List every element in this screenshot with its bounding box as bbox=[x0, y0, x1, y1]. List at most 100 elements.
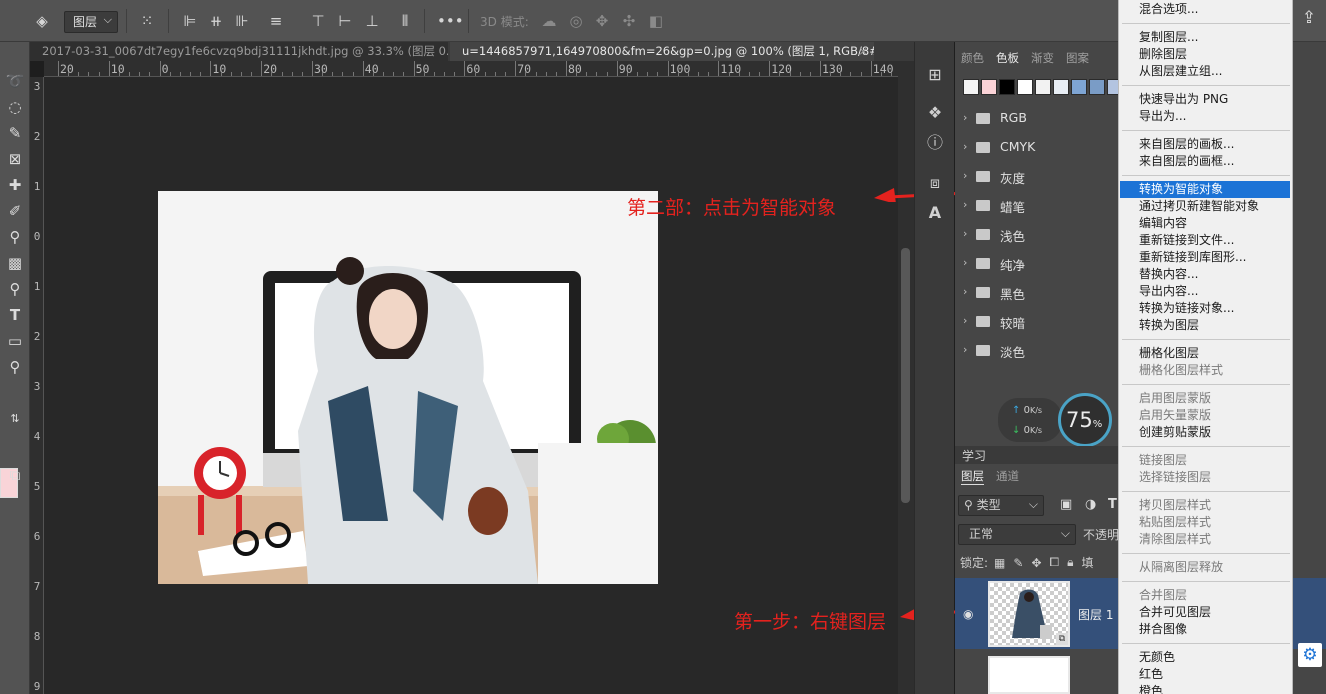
learn-tab[interactable]: 学习 bbox=[962, 447, 986, 464]
menu-item[interactable]: 无颜色 bbox=[1120, 649, 1290, 666]
color-swatch[interactable] bbox=[1089, 79, 1105, 95]
menu-item[interactable]: 红色 bbox=[1120, 666, 1290, 683]
tab-gradients[interactable]: 渐变 bbox=[1031, 50, 1054, 66]
more-options-icon[interactable]: ••• bbox=[437, 11, 464, 31]
layer-name[interactable]: 图层 1 bbox=[1078, 606, 1113, 623]
screen-mode-icon[interactable]: ⧉ bbox=[4, 464, 26, 486]
clone-stamp-icon[interactable]: ⚲ bbox=[4, 226, 26, 248]
menu-item[interactable]: 重新链接到文件... bbox=[1120, 232, 1290, 249]
3d-pan-icon[interactable]: ✥ bbox=[592, 11, 612, 31]
rectangle-icon[interactable]: ▭ bbox=[4, 330, 26, 352]
menu-item[interactable]: 合并可见图层 bbox=[1120, 604, 1290, 621]
swatch-group-row[interactable]: › 蜡笔 bbox=[955, 192, 1120, 221]
3d-orbit-icon[interactable]: ☁ bbox=[539, 11, 559, 31]
align-bottom-icon[interactable]: ⊥ bbox=[362, 11, 382, 31]
lock-artboard-icon[interactable]: ⧠ bbox=[1050, 555, 1060, 570]
zoom-icon[interactable]: ⚲ bbox=[4, 356, 26, 378]
chevron-right-icon[interactable]: › bbox=[963, 198, 967, 211]
layer-thumbnail-background[interactable] bbox=[988, 656, 1070, 694]
tab-layers[interactable]: 图层 bbox=[961, 468, 984, 485]
swatch-group-row[interactable]: › 灰度 bbox=[955, 163, 1120, 192]
menu-item[interactable]: 转换为图层 bbox=[1120, 317, 1290, 334]
chevron-right-icon[interactable]: › bbox=[963, 111, 967, 124]
3d-camera-icon[interactable]: ◧ bbox=[646, 11, 666, 31]
menu-item[interactable]: 创建剪贴蒙版 bbox=[1120, 424, 1290, 441]
menu-item[interactable]: 橙色 bbox=[1120, 683, 1290, 694]
type-icon[interactable]: T bbox=[4, 304, 26, 326]
healing-brush-icon[interactable]: ✚ bbox=[4, 174, 26, 196]
lock-all-icon[interactable]: 🔒︎ bbox=[1067, 555, 1073, 570]
info-icon[interactable]: ⓘ bbox=[923, 132, 947, 154]
layer-stack-icon[interactable]: ◈ bbox=[32, 11, 52, 31]
chevron-right-icon[interactable]: › bbox=[963, 256, 967, 269]
align-top-icon[interactable]: ⊤ bbox=[308, 11, 328, 31]
share-icon[interactable]: ⇪ bbox=[1298, 8, 1320, 32]
color-swatch[interactable] bbox=[1017, 79, 1033, 95]
history-icon[interactable]: ⊞ bbox=[923, 64, 947, 86]
tab-channels[interactable]: 通道 bbox=[996, 468, 1019, 484]
pixel-filter-icon[interactable]: ▣ bbox=[1060, 497, 1072, 512]
chevron-right-icon[interactable]: › bbox=[963, 227, 967, 240]
brush-icon[interactable]: ✐ bbox=[4, 200, 26, 222]
menu-item[interactable]: 替换内容... bbox=[1120, 266, 1290, 283]
blend-mode-select[interactable]: 正常 ⌵ bbox=[958, 524, 1076, 545]
tab-document-2[interactable]: u=1446857971,164970800&fm=26&gp=0.jpg @ … bbox=[450, 42, 874, 61]
distribute-v-icon[interactable]: ⦀ bbox=[395, 11, 415, 31]
chevron-right-icon[interactable]: › bbox=[963, 343, 967, 356]
transform-controls-icon[interactable]: ⁙ bbox=[137, 11, 157, 31]
menu-item[interactable]: 来自图层的画框... bbox=[1120, 153, 1290, 170]
lock-position-icon[interactable]: ✥ bbox=[1031, 556, 1041, 570]
align-right-icon[interactable]: ⊪ bbox=[232, 11, 252, 31]
adjustment-filter-icon[interactable]: ◑ bbox=[1085, 497, 1096, 512]
menu-item[interactable]: 导出内容... bbox=[1120, 283, 1290, 300]
layer-kind-filter[interactable]: ⚲ 类型 ⌵ bbox=[958, 495, 1044, 516]
tab-document-1[interactable]: 2017-03-31_0067dt7egy1fe6cvzq9bdj31111jk… bbox=[30, 42, 448, 61]
tab-swatches[interactable]: 色板 bbox=[996, 50, 1019, 66]
tab-patterns[interactable]: 图案 bbox=[1066, 50, 1089, 66]
color-swatch[interactable] bbox=[1035, 79, 1051, 95]
menu-item[interactable]: 来自图层的画板... bbox=[1120, 136, 1290, 153]
chevron-right-icon[interactable]: › bbox=[963, 169, 967, 182]
swatch-group-row[interactable]: › 黑色 bbox=[955, 279, 1120, 308]
menu-item[interactable]: 栅格化图层 bbox=[1120, 345, 1290, 362]
menu-item[interactable]: 通过拷贝新建智能对象 bbox=[1120, 198, 1290, 215]
3d-roll-icon[interactable]: ◎ bbox=[566, 11, 586, 31]
swatch-group-row[interactable]: › CMYK bbox=[955, 134, 1120, 163]
align-center-h-icon[interactable]: ⧺ bbox=[206, 11, 226, 31]
3d-panel-icon[interactable]: ❖ bbox=[923, 102, 947, 124]
menu-item[interactable]: 从图层建立组... bbox=[1120, 63, 1290, 80]
menu-item[interactable]: 快速导出为 PNG bbox=[1120, 91, 1290, 108]
distribute-h-icon[interactable]: ≡ bbox=[266, 11, 286, 31]
tab-color[interactable]: 颜色 bbox=[961, 50, 984, 66]
menu-item[interactable]: 混合选项... bbox=[1120, 1, 1290, 18]
swatch-group-row[interactable]: › 较暗 bbox=[955, 308, 1120, 337]
crop-icon[interactable]: ⊠ bbox=[4, 148, 26, 170]
visibility-eye-icon[interactable]: ◉ bbox=[963, 607, 973, 621]
menu-item[interactable]: 编辑内容 bbox=[1120, 215, 1290, 232]
type-filter-icon[interactable]: T bbox=[1108, 497, 1117, 512]
color-swatch[interactable] bbox=[963, 79, 979, 95]
color-swatch[interactable] bbox=[981, 79, 997, 95]
close-icon[interactable]: × bbox=[858, 42, 868, 61]
auto-select-dropdown[interactable]: 图层 bbox=[64, 10, 118, 33]
menu-item[interactable]: 拼合图像 bbox=[1120, 621, 1290, 638]
swatch-group-row[interactable]: › 纯净 bbox=[955, 250, 1120, 279]
swatch-group-row[interactable]: › 浅色 bbox=[955, 221, 1120, 250]
gradient-icon[interactable]: ▩ bbox=[4, 252, 26, 274]
chevron-right-icon[interactable]: › bbox=[963, 140, 967, 153]
lock-paint-icon[interactable]: ✎ bbox=[1013, 556, 1023, 570]
3d-slide-icon[interactable]: ✣ bbox=[619, 11, 639, 31]
menu-item[interactable]: 重新链接到库图形... bbox=[1120, 249, 1290, 266]
scrollbar-thumb[interactable] bbox=[901, 248, 910, 503]
character-icon[interactable]: A bbox=[923, 202, 947, 224]
dodge-icon[interactable]: ⚲ bbox=[4, 278, 26, 300]
align-middle-icon[interactable]: ⊢ bbox=[335, 11, 355, 31]
swatch-group-row[interactable]: › 淡色 bbox=[955, 337, 1120, 366]
layer-thumbnail[interactable]: ⧉ bbox=[988, 581, 1070, 647]
chevron-right-icon[interactable]: › bbox=[963, 285, 967, 298]
color-swatch[interactable] bbox=[1053, 79, 1069, 95]
color-swatch[interactable] bbox=[1071, 79, 1087, 95]
lasso-icon[interactable]: ➰ bbox=[4, 70, 26, 92]
menu-item[interactable]: 导出为... bbox=[1120, 108, 1290, 125]
align-left-icon[interactable]: ⊫ bbox=[180, 11, 200, 31]
